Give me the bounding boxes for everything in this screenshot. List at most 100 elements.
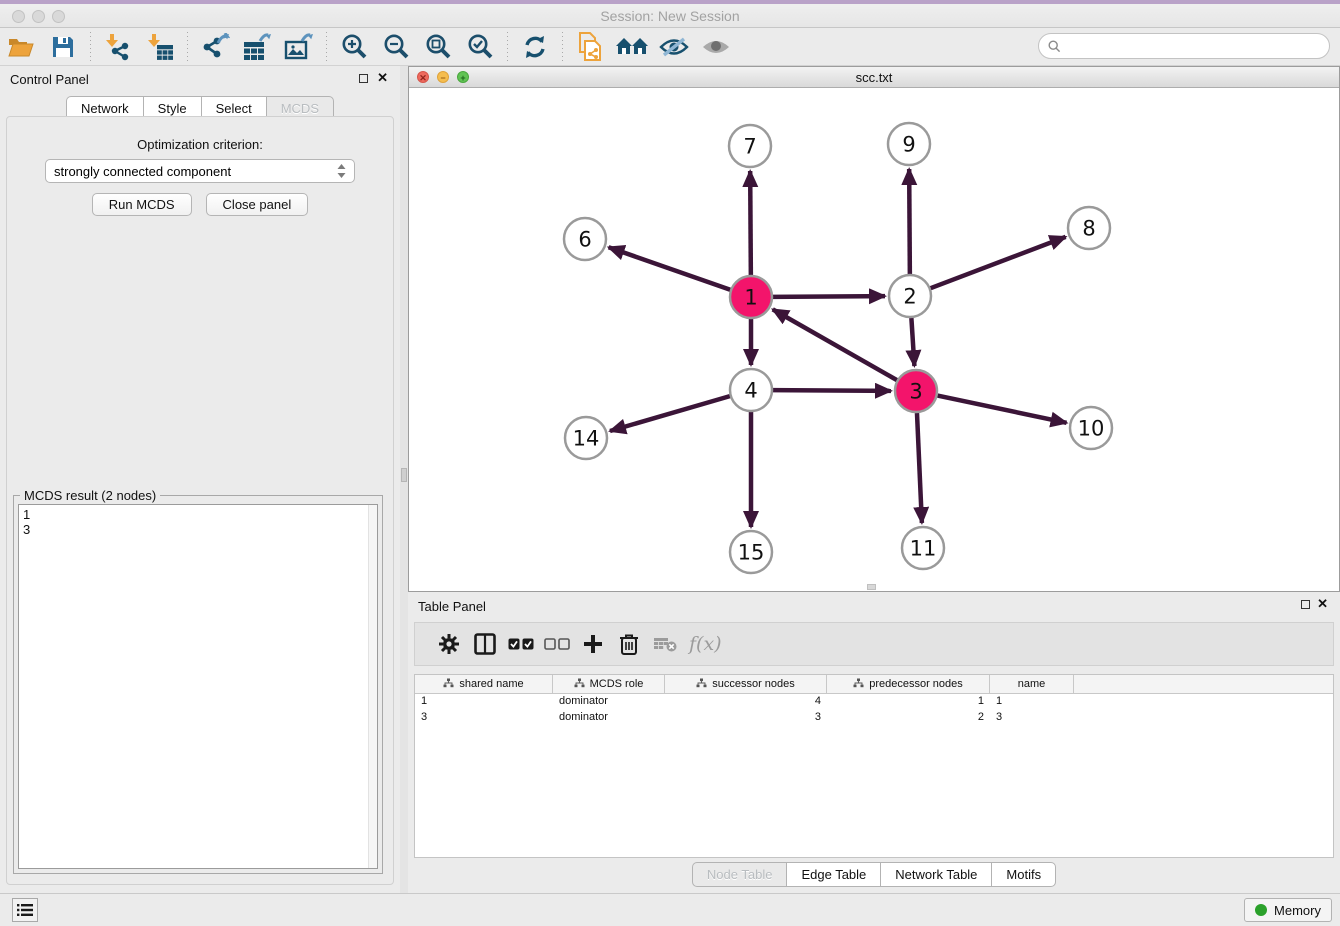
column-header-label: shared name [459,678,523,690]
result-scrollbar[interactable] [368,505,377,868]
table-cell[interactable]: 3 [990,710,1074,726]
close-panel-button[interactable]: Close panel [206,193,309,216]
graph-edge-2-8[interactable] [931,237,1066,288]
window-title: Session: New Session [0,8,1340,24]
refresh-icon[interactable] [518,31,552,63]
export-image-icon[interactable] [282,31,316,63]
show-details-eye-icon[interactable] [699,31,733,63]
mcds-result-group: MCDS result (2 nodes) 1 3 [13,495,383,874]
table-panel-close-icon[interactable]: ✕ [1317,596,1328,612]
graph-edges [609,169,1067,527]
zoom-fit-icon[interactable] [421,31,455,63]
network-canvas-svg[interactable]: 7968124314101511 [409,88,1339,591]
table-row[interactable]: 1dominator411 [415,694,1333,710]
sort-tree-icon [696,678,707,691]
graph-node-label-1: 1 [744,285,757,309]
add-column-icon[interactable] [575,627,611,661]
network-window-titlebar[interactable]: ✕ − + scc.txt [409,67,1339,88]
control-panel-close-icon[interactable]: ✕ [377,70,388,86]
graph-edge-4-14[interactable] [610,396,730,431]
network-resize-handle[interactable] [867,584,876,590]
table-header-row: shared name MCDS role successor nodes prede… [415,675,1333,694]
import-table-icon[interactable] [143,31,177,63]
toolbar-separator [562,32,563,62]
panel-divider[interactable] [400,66,408,893]
run-mcds-button[interactable]: Run MCDS [92,193,192,216]
network-window-title: scc.txt [409,70,1339,85]
deselect-all-checkboxes-icon[interactable] [539,627,575,661]
table-cell[interactable]: 1 [415,694,553,710]
table-cell[interactable]: dominator [553,710,665,726]
table-cell[interactable]: 1 [990,694,1074,710]
table-panel: Table Panel ✕ [408,592,1340,893]
table-toolbar: f(x) [414,622,1334,666]
import-network-icon[interactable] [101,31,135,63]
table-cell[interactable]: 4 [665,694,827,710]
list-icon [17,903,33,917]
settings-gear-icon[interactable] [431,627,467,661]
tab-node-table[interactable]: Node Table [692,862,787,887]
graph-edge-3-10[interactable] [938,396,1067,423]
graph-edge-1-2[interactable] [773,296,885,297]
column-header-label: successor nodes [712,678,795,690]
table-cell[interactable]: dominator [553,694,665,710]
tab-motifs[interactable]: Motifs [991,862,1056,887]
mcds-panel: Optimization criterion: strongly connect… [6,116,394,885]
graph-node-label-4: 4 [744,378,757,402]
graph-node-label-15: 15 [738,540,765,564]
column-header-name[interactable]: name [990,675,1074,693]
control-panel-float-icon[interactable] [359,74,368,83]
column-header-shared-name[interactable]: shared name [415,675,553,693]
memory-label: Memory [1274,903,1321,918]
mcds-result-text[interactable]: 1 3 [18,504,378,869]
tab-edge-table[interactable]: Edge Table [786,862,880,887]
control-panel: Control Panel ✕ Network Style Select MCD… [0,66,400,893]
graph-edge-2-9[interactable] [909,169,910,274]
node-table[interactable]: shared name MCDS role successor nodes prede… [414,674,1334,858]
zoom-in-icon[interactable] [337,31,371,63]
column-header-successor-nodes[interactable]: successor nodes [665,675,827,693]
graph-node-label-14: 14 [573,426,600,450]
export-table-icon[interactable] [240,31,274,63]
hide-details-eye-icon[interactable] [657,31,691,63]
graph-edge-4-3[interactable] [773,390,891,391]
graph-edge-1-6[interactable] [609,247,731,289]
graph-edge-1-7[interactable] [750,171,751,275]
zoom-selected-icon[interactable] [463,31,497,63]
table-panel-float-icon[interactable] [1301,600,1310,609]
export-network-icon[interactable] [198,31,232,63]
zoom-out-icon[interactable] [379,31,413,63]
save-session-icon[interactable] [46,31,80,63]
home-icon[interactable] [615,31,649,63]
open-file-icon[interactable] [4,31,38,63]
table-cell[interactable]: 3 [415,710,553,726]
search-box[interactable] [1038,33,1330,59]
control-panel-title: Control Panel [10,72,89,87]
table-cell[interactable]: 2 [827,710,990,726]
split-columns-icon[interactable] [467,627,503,661]
new-network-from-selection-icon[interactable] [573,31,607,63]
select-all-checkboxes-icon[interactable] [503,627,539,661]
optimization-criterion-dropdown[interactable]: strongly connected component [45,159,355,183]
table-cell[interactable]: 3 [665,710,827,726]
delete-table-icon[interactable] [647,627,683,661]
column-header-MCDS-role[interactable]: MCDS role [553,675,665,693]
search-input[interactable] [1067,39,1329,54]
graph-edge-3-1[interactable] [773,309,897,380]
graph-edge-2-3[interactable] [911,318,914,366]
table-cell[interactable]: 1 [827,694,990,710]
table-row[interactable]: 3dominator323 [415,710,1333,726]
toolbar-separator [507,32,508,62]
memory-button[interactable]: Memory [1244,898,1332,922]
delete-column-trash-icon[interactable] [611,627,647,661]
graph-node-label-7: 7 [743,134,756,158]
column-header-predecessor-nodes[interactable]: predecessor nodes [827,675,990,693]
application-window: Session: New Session [0,0,1340,926]
tab-network-table[interactable]: Network Table [880,862,991,887]
divider-drag-handle[interactable] [401,468,407,482]
function-builder-icon[interactable]: f(x) [689,633,722,655]
graph-edge-3-11[interactable] [917,413,922,523]
task-history-button[interactable] [12,898,38,922]
top-purple-strip [0,0,1340,4]
column-header-label: name [1018,678,1046,690]
